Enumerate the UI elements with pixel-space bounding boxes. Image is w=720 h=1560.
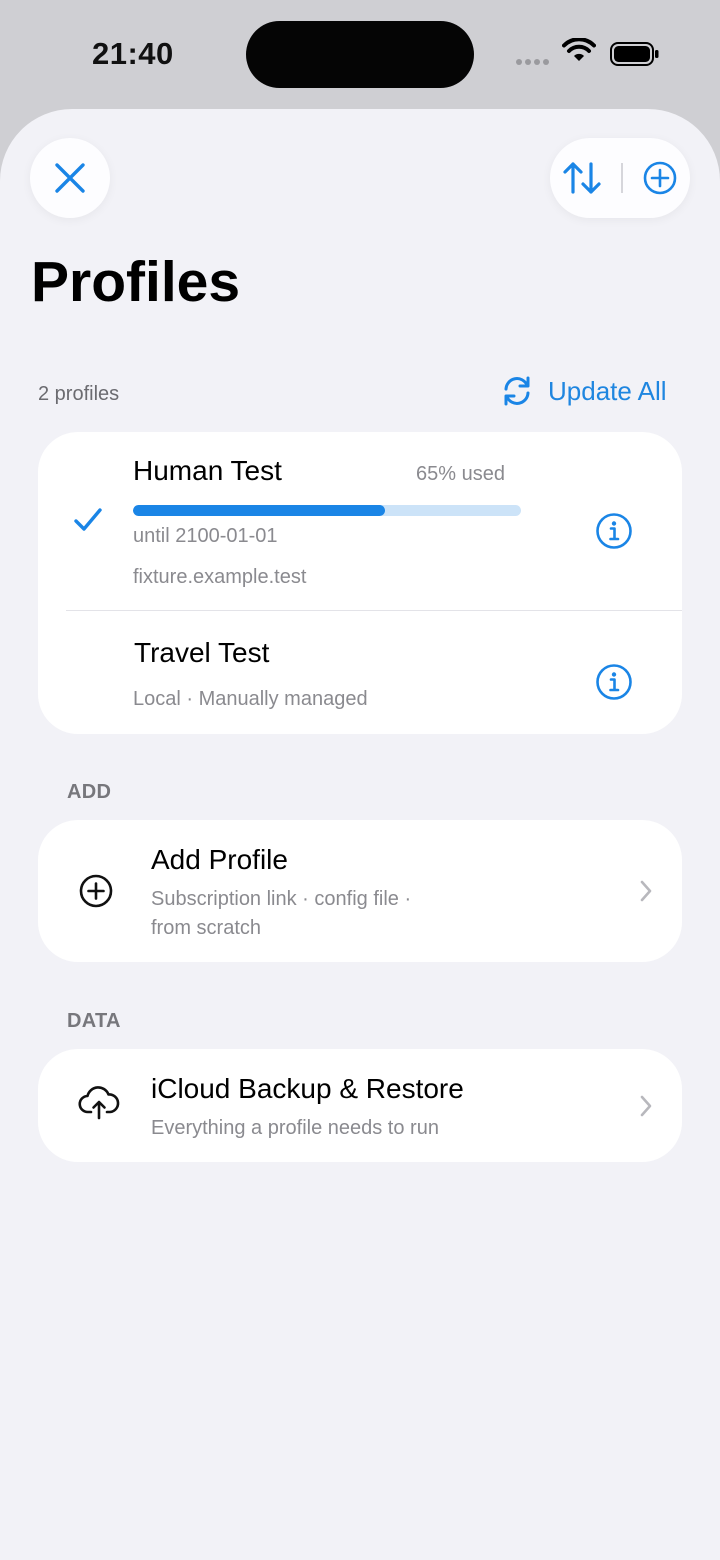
profile-expiry: until 2100-01-01 [133, 525, 278, 547]
plus-circle-icon [643, 161, 677, 195]
chevron-right-icon [640, 1095, 652, 1117]
add-profile-row[interactable]: Add Profile Subscription link · config f… [38, 820, 682, 962]
cloud-upload-icon [78, 1086, 120, 1120]
close-button[interactable] [30, 138, 110, 218]
toolbar-pill [550, 138, 690, 218]
sort-button[interactable] [562, 160, 602, 196]
battery-icon [610, 42, 659, 66]
status-bar: 21:40 [0, 0, 720, 108]
toolbar-divider [621, 163, 623, 193]
profiles-sheet: Profiles 2 profiles Update All Human Tes… [0, 109, 720, 1560]
status-time: 21:40 [92, 36, 174, 71]
section-label-add: ADD [67, 781, 112, 803]
add-profile-subtitle-2: from scratch [151, 917, 262, 939]
update-all-button[interactable]: Update All [500, 374, 667, 408]
row-divider [66, 610, 682, 611]
cellular-signal-icon [516, 59, 549, 65]
profiles-list: Human Test 65% used until 2100-01-01 fix… [38, 432, 682, 734]
add-profile-title: Add Profile [151, 844, 288, 875]
refresh-icon [504, 376, 530, 406]
profile-name: Human Test [133, 455, 282, 486]
section-label-data: DATA [67, 1010, 121, 1032]
usage-progress-fill [133, 505, 386, 516]
add-profile-toolbar-button[interactable] [642, 160, 678, 196]
add-profile-subtitle: Subscription link · config file · [151, 888, 412, 910]
page-title: Profiles [31, 250, 241, 314]
profile-name: Travel Test [134, 637, 270, 668]
sort-arrows-icon [563, 162, 601, 194]
profile-subtitle: Local · Manually managed [133, 688, 368, 710]
icloud-backup-title: iCloud Backup & Restore [151, 1073, 464, 1104]
icloud-backup-row[interactable]: iCloud Backup & Restore Everything a pro… [38, 1049, 682, 1162]
close-x-icon [55, 163, 85, 193]
profile-info-button-human-test[interactable] [595, 512, 633, 555]
plus-circle-icon [79, 874, 113, 908]
wifi-icon [562, 38, 596, 61]
chevron-right-icon [640, 880, 652, 902]
info-icon [596, 664, 632, 700]
icloud-backup-subtitle: Everything a profile needs to run [151, 1117, 439, 1139]
usage-label: 65% used [416, 463, 505, 485]
dynamic-island [246, 21, 474, 88]
profile-host: fixture.example.test [133, 566, 307, 588]
checkmark-icon [74, 508, 102, 531]
usage-progress-bar [133, 505, 521, 516]
profile-count: 2 profiles [38, 383, 120, 405]
update-all-label: Update All [548, 375, 667, 406]
info-icon [596, 513, 632, 549]
profile-info-button-travel-test[interactable] [595, 663, 633, 706]
